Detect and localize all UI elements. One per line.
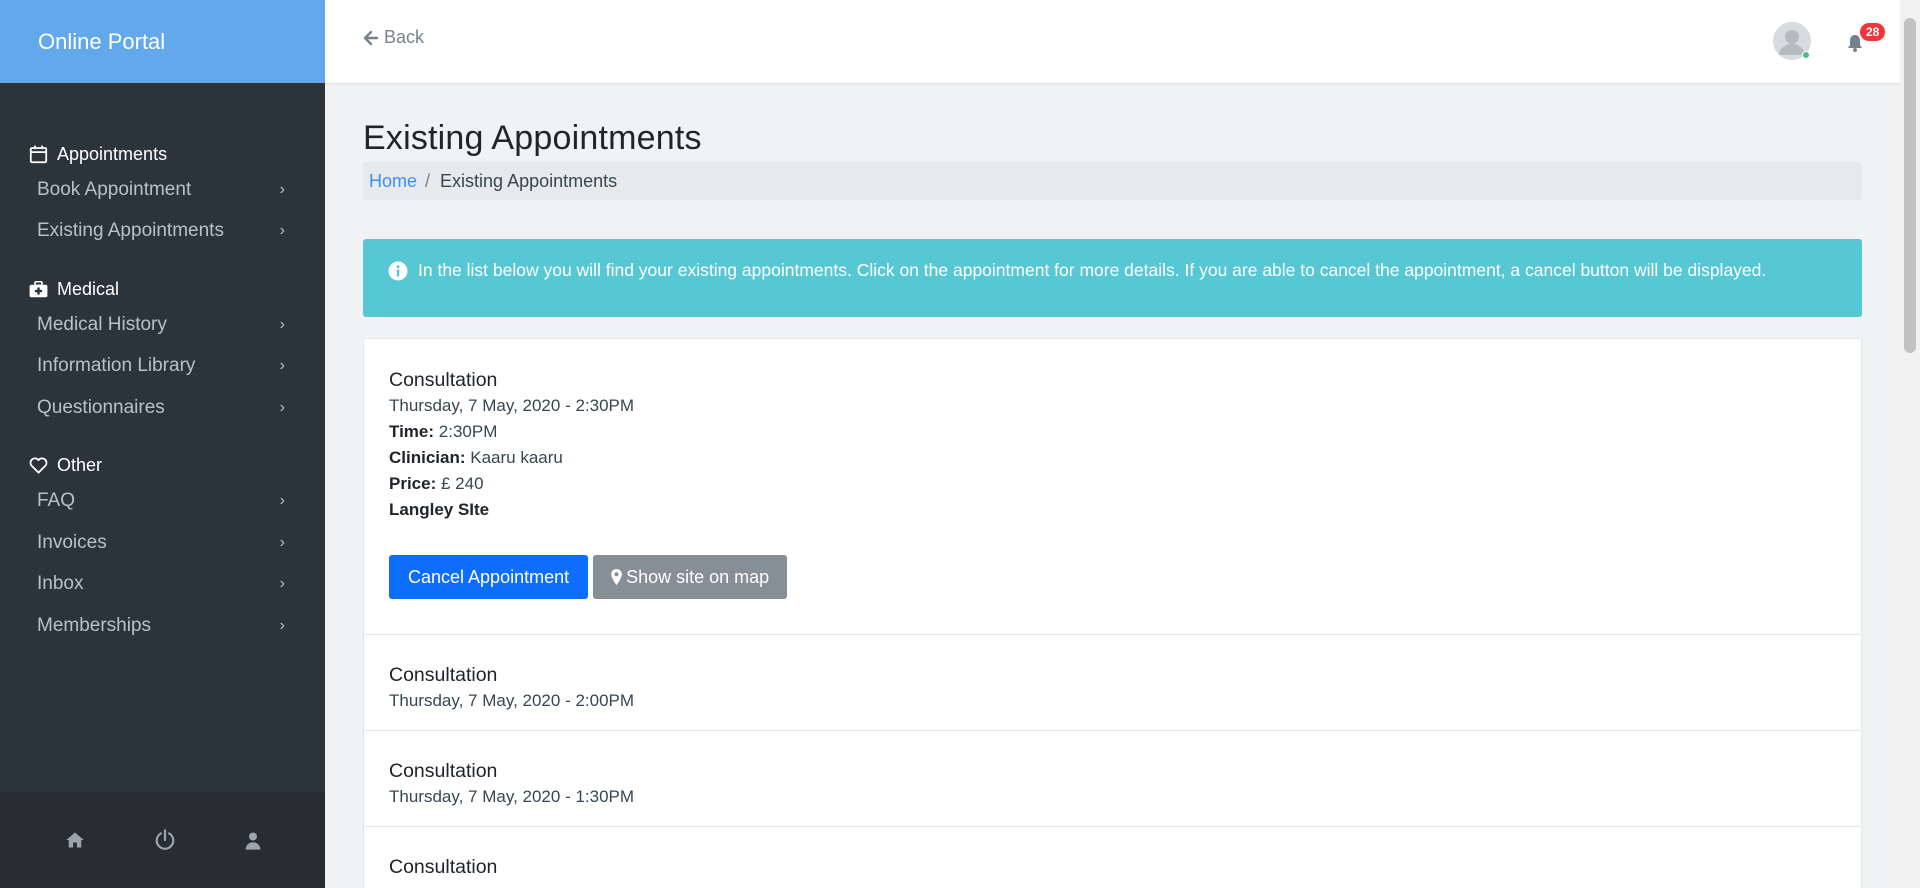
map-marker-icon (611, 569, 622, 585)
time-label: Time: (389, 422, 435, 441)
appointment-datetime: Thursday, 7 May, 2020 - 1:30PM (389, 787, 635, 806)
sidebar-nav: Appointments Book Appointment › Existing … (0, 83, 325, 647)
breadcrumb-separator: / (425, 170, 431, 191)
chevron-right-icon: › (279, 575, 285, 593)
group-title-medical: Medical (57, 278, 120, 299)
group-title-other: Other (57, 455, 103, 475)
chevron-right-icon: › (279, 315, 285, 333)
sidebar-item-invoices[interactable]: Invoices › (0, 522, 325, 564)
appointment-actions: Cancel Appointment Show site on map (389, 555, 1836, 599)
medical-kit-icon (29, 280, 48, 297)
page-scrollbar[interactable] (1900, 0, 1920, 888)
clinician-label: Clinician: (389, 448, 466, 467)
notifications-bell-icon[interactable] (1847, 34, 1863, 57)
power-icon[interactable] (154, 829, 176, 851)
page-title: Existing Appointments (363, 119, 702, 157)
sidebar-item-memberships[interactable]: Memberships › (0, 605, 325, 647)
sidebar-item-existing-appointments[interactable]: Existing Appointments › (0, 211, 325, 253)
group-title-appointments: Appointments (57, 143, 168, 164)
online-status-dot (1802, 51, 1810, 59)
top-bar: Back 28 (325, 0, 1900, 83)
home-icon[interactable] (65, 831, 85, 849)
group-header-other: Other (0, 451, 325, 481)
sidebar-footer (0, 792, 325, 888)
breadcrumb-home-link[interactable]: Home (369, 171, 417, 192)
info-alert: In the list below you will find your exi… (363, 239, 1862, 317)
avatar[interactable] (1773, 22, 1811, 60)
appointment-title: Consultation (389, 856, 498, 878)
sidebar-item-inbox[interactable]: Inbox › (0, 564, 325, 606)
brand-title[interactable]: Online Portal (0, 0, 325, 83)
chevron-right-icon: › (279, 398, 285, 416)
info-circle-icon (388, 261, 408, 281)
cancel-appointment-button[interactable]: Cancel Appointment (389, 555, 589, 599)
sidebar: Online Portal Appointments Book Appointm… (0, 0, 325, 888)
chevron-right-icon: › (279, 357, 285, 375)
user-icon[interactable] (245, 831, 261, 850)
site-name: Langley SIte (389, 500, 490, 519)
back-button[interactable]: Back (363, 27, 424, 48)
chevron-right-icon: › (279, 533, 285, 551)
sidebar-item-label: Book Appointment (37, 178, 192, 200)
calendar-icon (29, 145, 48, 163)
nav-group-appointments: Appointments Book Appointment › Existing … (0, 139, 325, 252)
price-label: Price: (389, 474, 437, 493)
appointment-clinician-row: Clinician: Kaaru kaaru (389, 445, 1836, 471)
appointment-item[interactable]: Consultation Thursday, 7 May, 2020 - 2:0… (364, 635, 1861, 731)
time-value: 2:30PM (438, 422, 498, 441)
breadcrumb: Home / Existing Appointments (363, 162, 1862, 200)
info-alert-text: In the list below you will find your exi… (418, 260, 1767, 280)
sidebar-item-label: Medical History (37, 313, 167, 335)
group-header-appointments: Appointments (0, 139, 325, 169)
sidebar-item-faq[interactable]: FAQ › (0, 481, 325, 523)
appointment-title: Consultation (389, 664, 498, 686)
chevron-right-icon: › (279, 180, 285, 198)
sidebar-item-information-library[interactable]: Information Library › (0, 346, 325, 388)
appointment-item[interactable]: Consultation (364, 827, 1861, 888)
chevron-right-icon: › (279, 616, 285, 634)
heart-icon (29, 457, 48, 474)
sidebar-item-book-appointment[interactable]: Book Appointment › (0, 169, 325, 211)
arrow-left-icon (363, 30, 379, 45)
appointment-time-row: Time: 2:30PM (389, 419, 1836, 445)
appointment-item[interactable]: Consultation Thursday, 7 May, 2020 - 1:3… (364, 731, 1861, 827)
chevron-right-icon: › (279, 492, 285, 510)
sidebar-item-label: FAQ (37, 490, 76, 512)
sidebar-item-label: Memberships (37, 614, 152, 636)
sidebar-item-label: Existing Appointments (37, 220, 224, 242)
breadcrumb-current: Existing Appointments (440, 170, 618, 191)
chevron-right-icon: › (279, 222, 285, 240)
sidebar-item-questionnaires[interactable]: Questionnaires › (0, 387, 325, 429)
price-value: £ 240 (440, 474, 484, 493)
sidebar-item-label: Inbox (37, 573, 84, 595)
nav-group-other: Other FAQ › Invoices › Inbox › Memberships › (0, 451, 325, 647)
sidebar-item-label: Questionnaires (37, 396, 165, 418)
group-header-medical: Medical (0, 274, 325, 304)
appointment-title: Consultation (389, 369, 498, 391)
back-label: Back (384, 27, 425, 47)
main-content: Existing Appointments Home / Existing Ap… (363, 83, 1862, 888)
sidebar-item-medical-history[interactable]: Medical History › (0, 304, 325, 346)
appointments-list: Consultation Thursday, 7 May, 2020 - 2:3… (363, 338, 1862, 888)
show-site-on-map-label: Show site on map (626, 566, 770, 587)
nav-group-medical: Medical Medical History › Information Lib… (0, 274, 325, 429)
sidebar-item-label: Invoices (37, 531, 107, 553)
sidebar-item-label: Information Library (37, 355, 196, 377)
appointment-site-row: Langley SIte (389, 497, 1836, 523)
show-site-on-map-button[interactable]: Show site on map (593, 555, 788, 599)
appointment-datetime: Thursday, 7 May, 2020 - 2:30PM (389, 396, 635, 415)
appointment-datetime: Thursday, 7 May, 2020 - 2:00PM (389, 691, 635, 710)
scrollbar-thumb[interactable] (1904, 18, 1916, 353)
clinician-value: Kaaru kaaru (470, 448, 563, 467)
appointment-title: Consultation (389, 760, 498, 782)
appointment-price-row: Price: £ 240 (389, 471, 1836, 497)
appointment-item[interactable]: Consultation Thursday, 7 May, 2020 - 2:3… (364, 339, 1861, 635)
notification-badge: 28 (1860, 23, 1886, 41)
